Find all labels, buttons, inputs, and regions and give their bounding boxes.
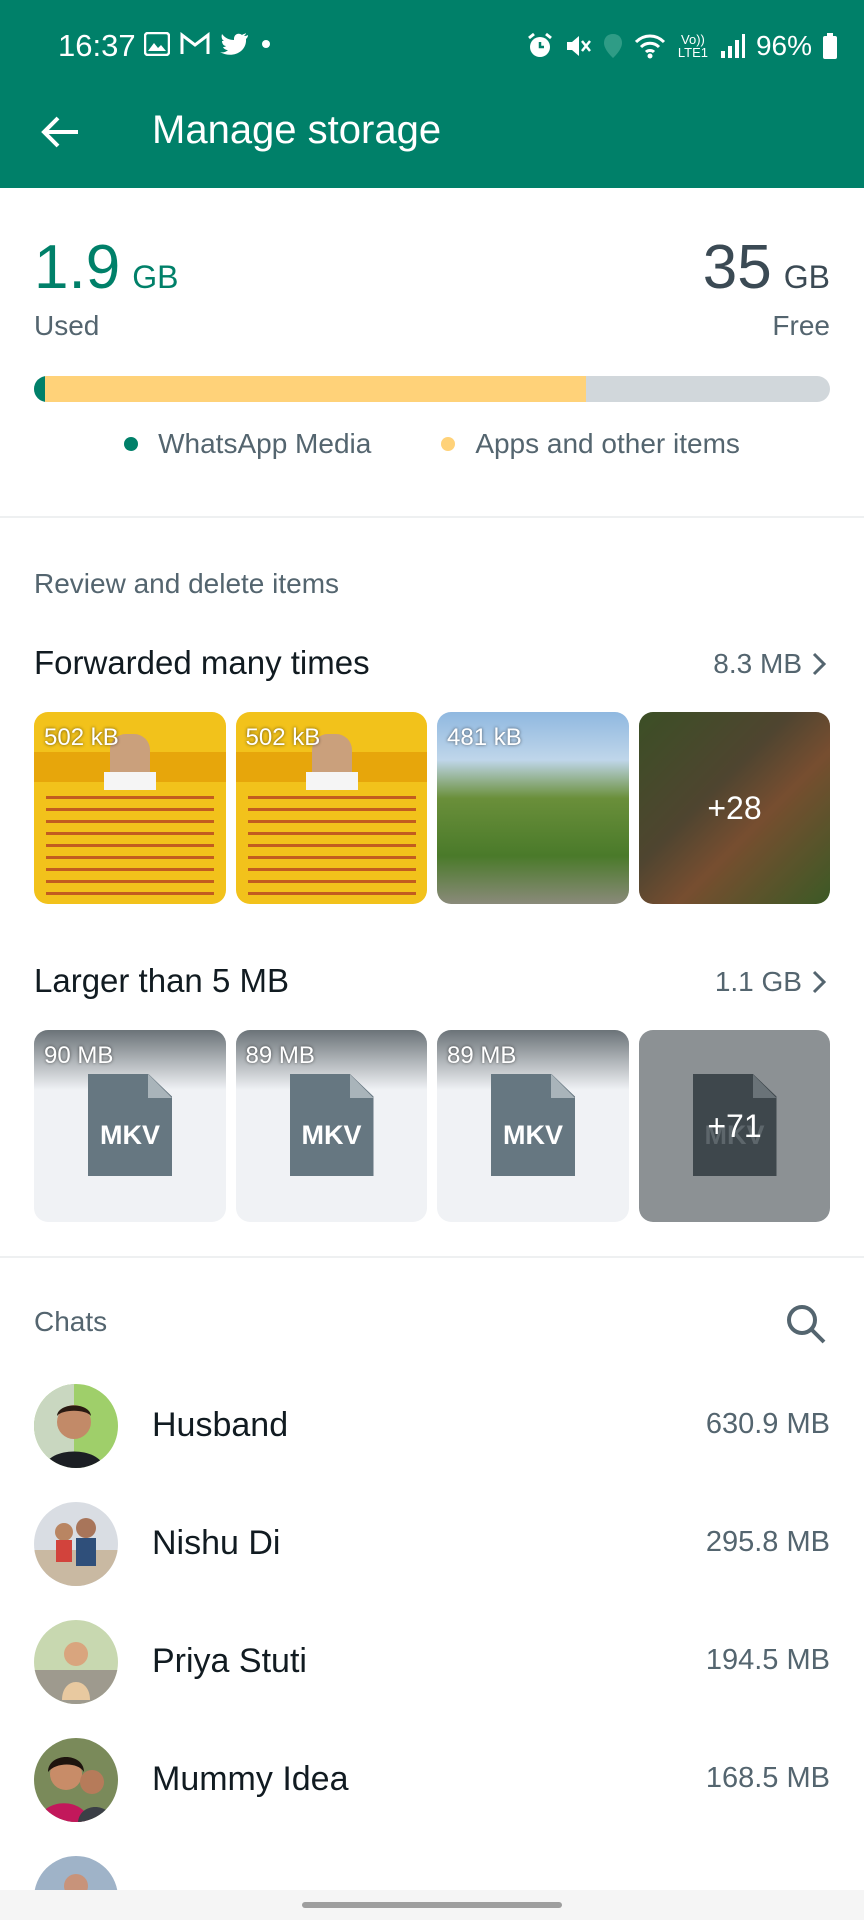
status-time: 16:37	[58, 28, 136, 63]
chevron-right-icon	[812, 652, 827, 676]
search-icon[interactable]	[784, 1302, 828, 1346]
item-size: 89 MB	[447, 1042, 517, 1069]
larger-size: 1.1 GB	[714, 966, 802, 997]
more-count: +71	[707, 1107, 762, 1144]
forwarded-thumbnails: 502 kB 502 kB 481 kB +28	[34, 712, 830, 904]
chat-row[interactable]: Mummy Idea 168.5 MB	[34, 1738, 830, 1822]
chat-name: Priya Stuti	[152, 1642, 307, 1680]
location-icon	[603, 34, 622, 58]
navigation-bar	[0, 1890, 864, 1920]
app-bar: Manage storage	[0, 96, 864, 188]
review-heading: Review and delete items	[34, 568, 340, 599]
forwarded-label: Forwarded many times	[34, 644, 370, 681]
storage-legend: WhatsApp Media Apps and other items	[34, 428, 830, 460]
free-label: Free	[772, 310, 830, 341]
larger-thumbnails: MKV 90 MB MKV 89 MB MKV 89 MB MKV +71	[34, 1030, 830, 1222]
chat-name: Husband	[152, 1406, 289, 1444]
legend-label: Apps and other items	[475, 428, 740, 459]
gallery-icon	[144, 32, 170, 56]
forwarded-size: 8.3 MB	[713, 648, 802, 679]
signal-icon	[720, 34, 745, 58]
free-unit: GB	[783, 259, 830, 295]
chevron-right-icon	[812, 970, 827, 994]
large-file-more[interactable]: MKV +71	[638, 1030, 830, 1222]
top-bar: 16:37 Vo)) LTE1 96% Manage storage	[0, 0, 864, 188]
chat-size: 630.9 MB	[705, 1408, 830, 1440]
status-bar: 16:37 Vo)) LTE1 96%	[0, 0, 864, 96]
dot-icon	[262, 40, 270, 48]
legend-dot	[124, 437, 139, 451]
mute-icon	[566, 36, 591, 56]
larger-row[interactable]: Larger than 5 MB 1.1 GB	[34, 962, 830, 1002]
chat-name: Mummy Idea	[152, 1760, 349, 1798]
gmail-icon	[180, 32, 210, 54]
chat-size: 295.8 MB	[705, 1526, 830, 1558]
page-title: Manage storage	[152, 108, 442, 152]
chat-row-partial[interactable]	[34, 1856, 830, 1890]
chat-size: 168.5 MB	[705, 1762, 830, 1794]
forwarded-item[interactable]: 502 kB	[34, 712, 226, 904]
divider	[0, 516, 864, 518]
used-value: 1.9	[34, 233, 121, 302]
forwarded-row[interactable]: Forwarded many times 8.3 MB	[34, 644, 830, 684]
notification-icons	[144, 32, 272, 56]
storage-bar-apps-segment	[45, 376, 586, 402]
item-size: 502 kB	[245, 724, 321, 751]
chat-size: 194.5 MB	[705, 1644, 830, 1676]
divider	[0, 1256, 864, 1258]
battery-percent: 96%	[755, 30, 812, 61]
forwarded-item[interactable]: 481 kB	[437, 712, 629, 904]
forwarded-item[interactable]: 502 kB	[235, 712, 427, 904]
avatar	[34, 1856, 118, 1890]
legend-apps: Apps and other items	[441, 428, 740, 460]
network-label: Vo)) LTE1	[677, 32, 708, 60]
system-icons: Vo)) LTE1 96%	[526, 30, 838, 62]
free-value: 35	[702, 233, 772, 302]
chat-row[interactable]: Priya Stuti 194.5 MB	[34, 1620, 830, 1704]
file-icon: MKV	[88, 1074, 172, 1176]
storage-bar	[34, 376, 830, 402]
battery-icon	[823, 33, 837, 59]
file-icon: MKV	[491, 1074, 575, 1176]
legend-dot	[441, 437, 456, 451]
chat-row[interactable]: Nishu Di 295.8 MB	[34, 1502, 830, 1586]
large-file-item[interactable]: MKV 89 MB	[437, 1030, 629, 1222]
storage-bar-whatsapp-segment	[34, 376, 45, 402]
chat-name: Nishu Di	[152, 1524, 281, 1562]
larger-label: Larger than 5 MB	[34, 962, 289, 999]
back-arrow-icon[interactable]	[38, 110, 82, 154]
file-icon: MKV	[289, 1074, 374, 1176]
forwarded-more[interactable]: +28	[638, 712, 830, 904]
used-unit: GB	[132, 259, 179, 295]
more-count: +28	[707, 789, 762, 826]
used-label: Used	[34, 310, 100, 341]
avatar	[34, 1502, 118, 1586]
legend-whatsapp-media: WhatsApp Media	[124, 428, 371, 460]
used-amount: 1.9 GB	[34, 232, 178, 303]
item-size: 90 MB	[44, 1042, 114, 1069]
avatar	[34, 1738, 118, 1822]
free-amount: 35 GB	[703, 232, 830, 303]
item-size: 89 MB	[245, 1042, 315, 1069]
chats-heading: Chats	[34, 1306, 108, 1337]
avatar	[34, 1620, 118, 1704]
item-size: 502 kB	[44, 724, 119, 751]
home-gesture-handle[interactable]	[302, 1902, 562, 1908]
chat-row[interactable]: Husband 630.9 MB	[34, 1384, 830, 1468]
large-file-item[interactable]: MKV 90 MB	[34, 1030, 226, 1222]
large-file-item[interactable]: MKV 89 MB	[235, 1030, 427, 1222]
wifi-icon	[634, 34, 666, 59]
legend-label: WhatsApp Media	[158, 428, 372, 459]
alarm-icon	[528, 32, 552, 57]
avatar	[34, 1384, 118, 1468]
item-size: 481 kB	[447, 724, 522, 751]
twitter-icon	[220, 33, 248, 55]
